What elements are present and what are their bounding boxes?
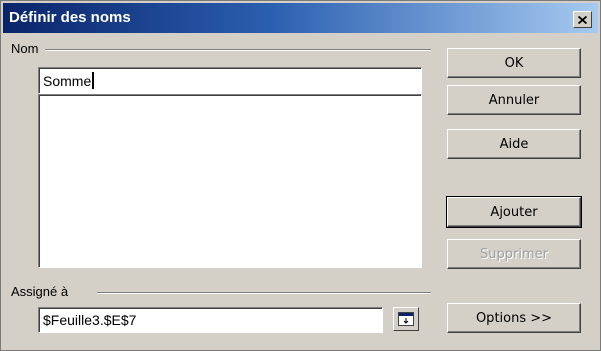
delete-button[interactable]: Supprimer bbox=[447, 239, 581, 269]
cancel-button[interactable]: Annuler bbox=[447, 85, 581, 115]
title-bar[interactable]: Définir des noms bbox=[3, 3, 598, 33]
assigned-range-value: $Feuille3.$E$7 bbox=[43, 312, 137, 328]
names-list[interactable] bbox=[38, 94, 422, 268]
name-group-label: Nom bbox=[11, 41, 39, 56]
close-button[interactable] bbox=[573, 11, 592, 28]
define-names-dialog: Définir des noms Nom Somme Assigné à $Fe… bbox=[0, 0, 601, 351]
shrink-dialog-icon bbox=[398, 312, 414, 326]
assigned-range-input[interactable]: $Feuille3.$E$7 bbox=[38, 307, 383, 333]
add-button[interactable]: Ajouter bbox=[446, 196, 582, 228]
assigned-group-label: Assigné à bbox=[11, 284, 69, 299]
ok-button[interactable]: OK bbox=[447, 48, 581, 78]
assigned-group-separator bbox=[97, 292, 431, 294]
options-button[interactable]: Options >> bbox=[447, 303, 581, 333]
window-title: Définir des noms bbox=[9, 9, 131, 26]
close-icon bbox=[578, 15, 587, 24]
text-caret bbox=[92, 72, 95, 89]
name-group-separator bbox=[45, 49, 431, 51]
name-input-value: Somme bbox=[43, 72, 92, 89]
shrink-dialog-button[interactable] bbox=[393, 307, 419, 331]
name-input[interactable]: Somme bbox=[38, 67, 422, 94]
help-button[interactable]: Aide bbox=[447, 129, 581, 159]
